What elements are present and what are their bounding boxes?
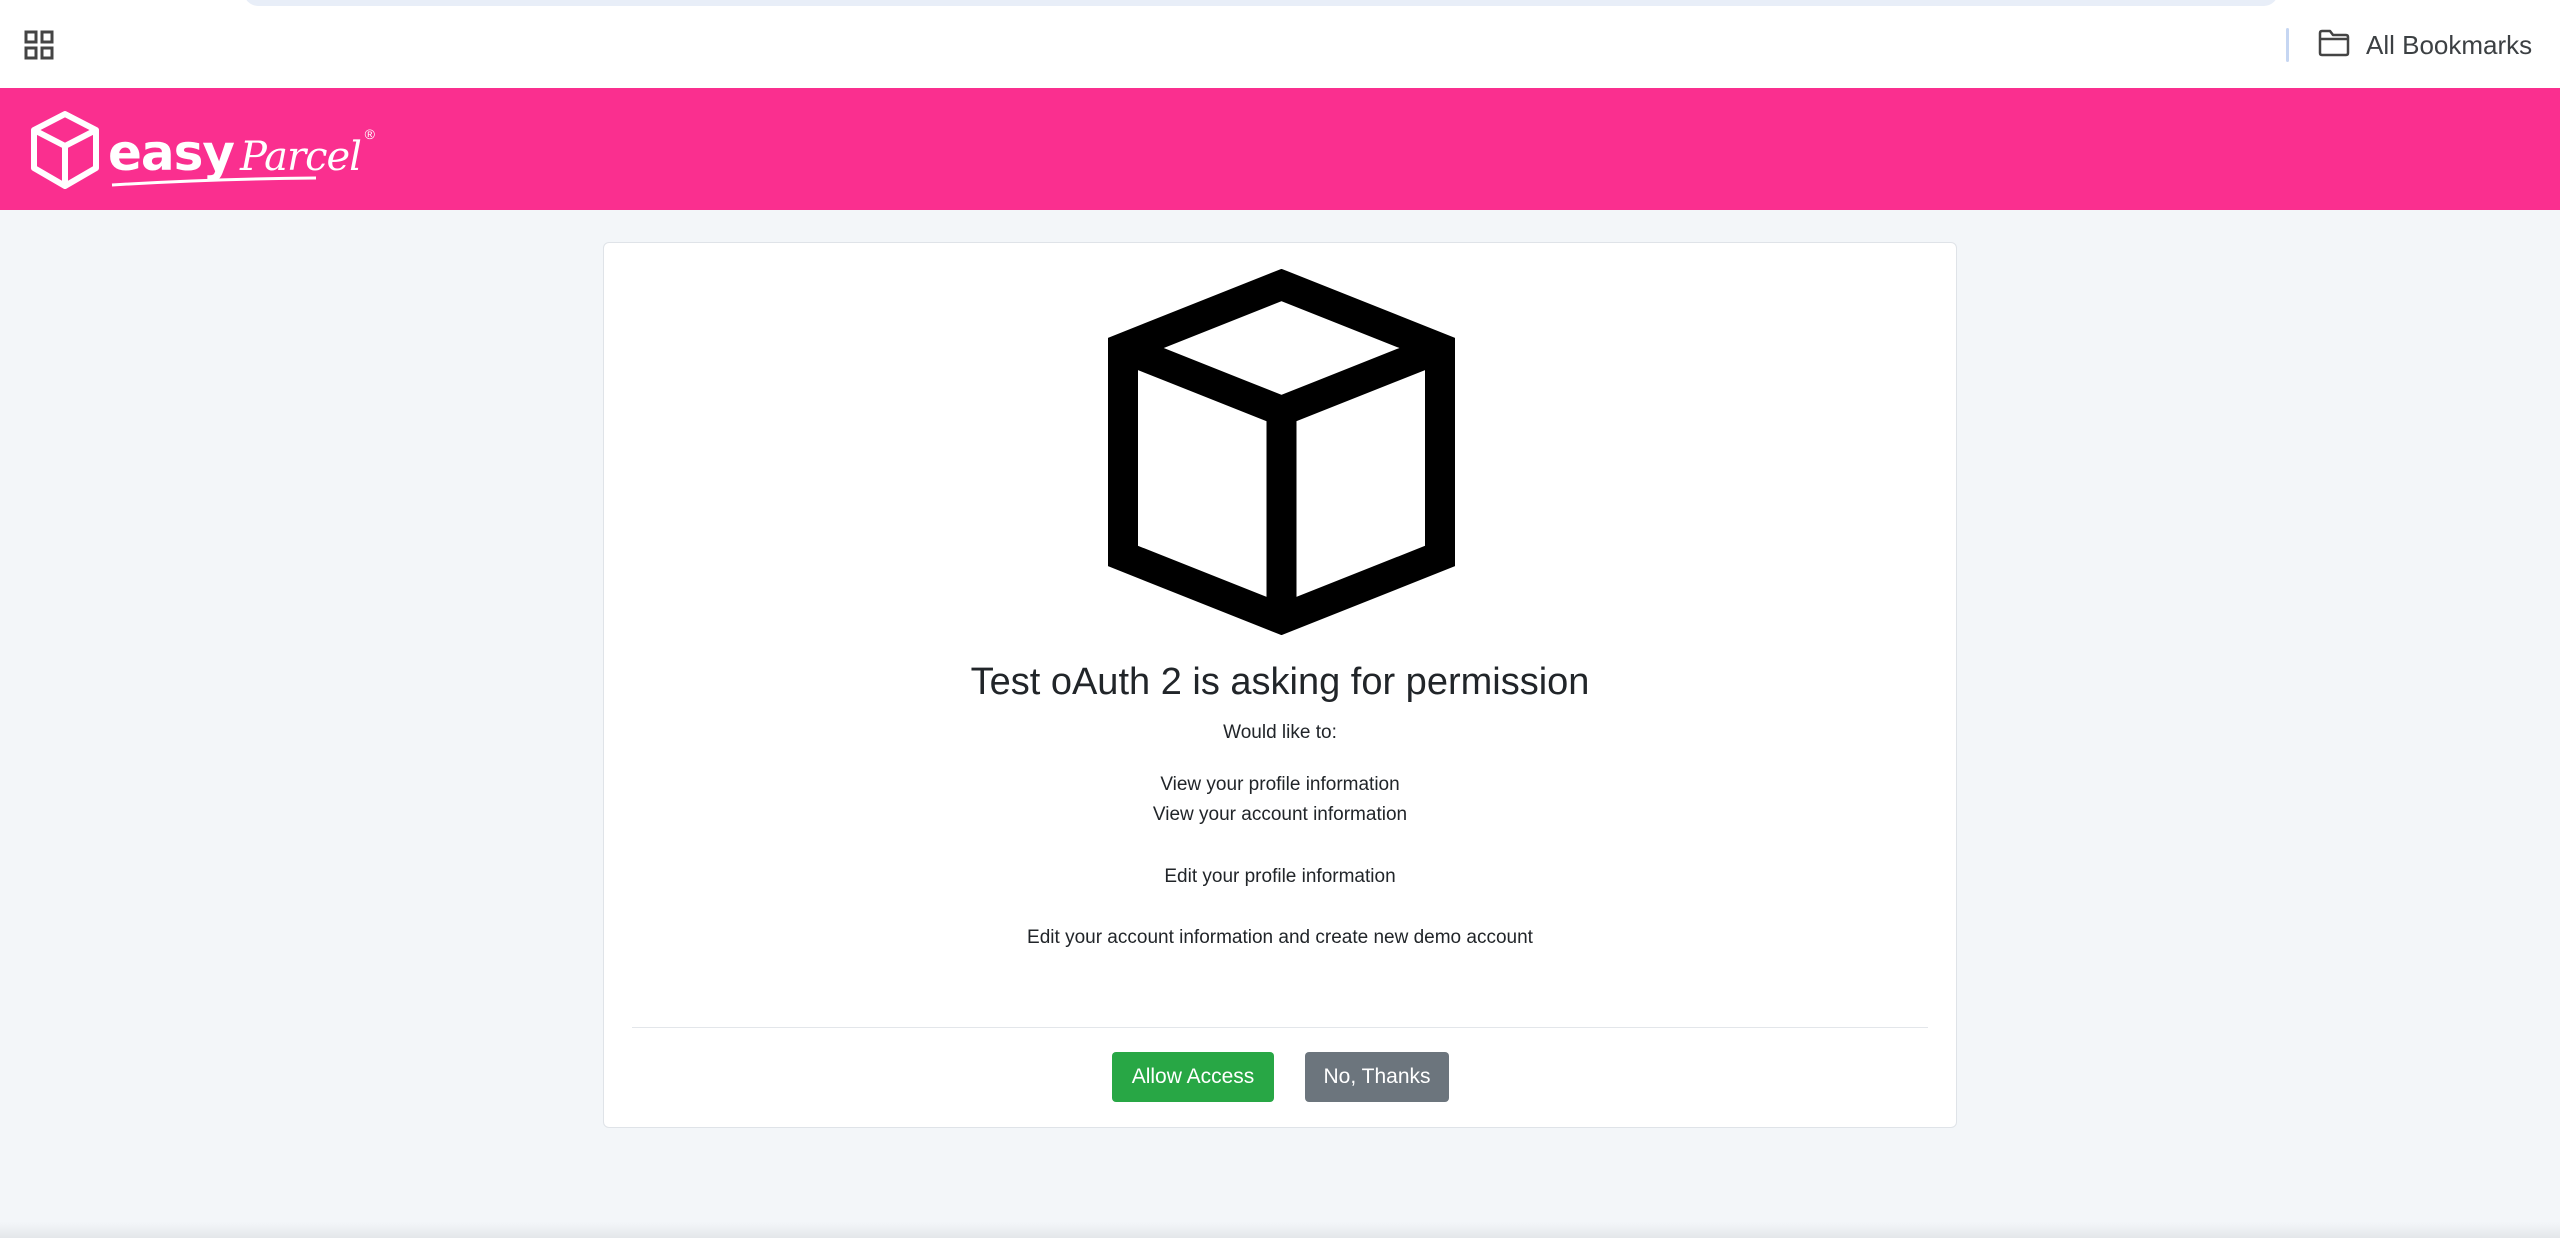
- consent-card: Test oAuth 2 is asking for permission Wo…: [603, 242, 1957, 1128]
- permission-item: View your profile information: [1160, 774, 1400, 795]
- no-thanks-button[interactable]: No, Thanks: [1305, 1052, 1449, 1102]
- brand-name-secondary: Parcel: [240, 133, 362, 180]
- all-bookmarks-label: All Bookmarks: [2366, 29, 2533, 60]
- bookmarks-divider: [2286, 28, 2289, 62]
- box-logo-icon: [30, 110, 100, 195]
- window-bottom-edge: [0, 1222, 2560, 1238]
- bookmarks-bar: All Bookmarks: [0, 0, 2560, 88]
- brand-header: easy Parcel ®: [0, 88, 2560, 210]
- apps-grid-icon[interactable]: [22, 28, 56, 62]
- easyparcel-logo[interactable]: easy Parcel ®: [30, 110, 375, 195]
- registered-mark: ®: [364, 125, 375, 142]
- address-bar-edge: [244, 0, 2278, 6]
- consent-subtitle: Would like to:: [1223, 722, 1337, 743]
- all-bookmarks-button[interactable]: All Bookmarks: [2318, 20, 2532, 70]
- brand-wordmark: easy Parcel ®: [108, 123, 375, 186]
- brand-name-primary: easy: [108, 123, 235, 182]
- app-cube-icon: [1108, 269, 1455, 635]
- permission-item: Edit your account information and create…: [1027, 927, 1533, 948]
- consent-title: Test oAuth 2 is asking for permission: [970, 661, 1590, 703]
- folder-icon: [2318, 29, 2350, 62]
- allow-access-button[interactable]: Allow Access: [1112, 1052, 1274, 1102]
- card-divider: [632, 1027, 1928, 1028]
- permission-item: View your account information: [1152, 804, 1408, 825]
- brand-swoosh: [111, 176, 317, 186]
- permission-item: Edit your profile information: [1164, 866, 1396, 887]
